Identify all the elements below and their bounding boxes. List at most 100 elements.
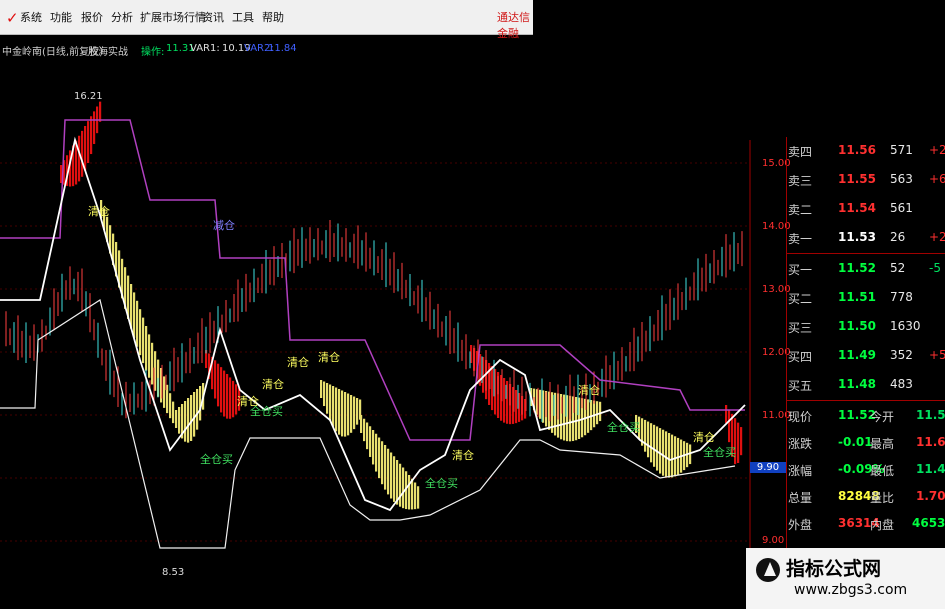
ask-label: 卖三 (788, 174, 813, 188)
band-bar (653, 424, 656, 467)
band-bar (596, 401, 599, 425)
menu-extended-market[interactable]: 扩展市场行情 (140, 9, 206, 25)
bid-row[interactable]: 买二 11.51 778 (786, 286, 945, 308)
band-bar (659, 428, 662, 474)
menu-help[interactable]: 帮助 (262, 9, 284, 25)
watermark-url: www.zbgs3.com (794, 582, 908, 598)
bid-price: 11.51 (838, 290, 876, 304)
band-bar (148, 334, 151, 378)
signal-label: 全仓买 (607, 421, 640, 434)
band-bar (323, 381, 326, 407)
signal-label: 清仓 (452, 449, 474, 462)
menu-tools[interactable]: 工具 (232, 9, 254, 25)
band-bar (193, 392, 196, 437)
ask-label: 卖四 (788, 145, 813, 159)
menu-quote[interactable]: 报价 (81, 9, 103, 25)
bid-volume: 52 (890, 261, 906, 275)
bid-price: 11.50 (838, 319, 876, 333)
menu-system[interactable]: 系统 (20, 9, 42, 25)
ask-price: 11.56 (838, 143, 876, 157)
band-bar (366, 422, 369, 450)
band-bar (408, 475, 411, 510)
band-bar (151, 342, 154, 385)
band-bar (384, 445, 387, 490)
bid-row[interactable]: 买一 11.52 52 -5 (786, 257, 945, 279)
bid-label: 买二 (788, 292, 813, 306)
watermark-logo-icon (756, 558, 780, 582)
bid-price: 11.52 (838, 261, 876, 275)
ask-row[interactable]: 卖一 11.53 26 +25 (786, 226, 945, 248)
stat-label: 涨幅 (788, 464, 813, 478)
band-bar (381, 441, 384, 485)
band-bar (372, 430, 375, 465)
signal-label: 清仓 (578, 384, 600, 397)
signal-label: 清仓 (693, 431, 715, 444)
bid-label: 买四 (788, 350, 813, 364)
signal-label: 全仓买 (200, 453, 233, 466)
resistance-line (0, 119, 745, 441)
signal-label: 清仓 (287, 356, 309, 369)
signal-label: 全仓买 (703, 446, 736, 459)
band-bar (136, 300, 139, 347)
bid-label: 买三 (788, 321, 813, 335)
band-bar (99, 101, 102, 122)
band-bar (539, 389, 542, 419)
stat-value: 1.70 (916, 489, 945, 503)
band-bar (369, 426, 372, 457)
bid-volume: 1630 (890, 319, 921, 333)
band-bar (217, 363, 220, 407)
ask-price: 11.54 (838, 201, 876, 215)
stat-label: 最低 (870, 464, 895, 478)
band-bar (396, 460, 399, 505)
bid-row[interactable]: 买四 11.49 352 +50 (786, 344, 945, 366)
stat-value: 11.45 (916, 462, 945, 476)
band-bar (650, 423, 653, 463)
watermark: 指标公式网 www.zbgs3.com (746, 548, 945, 609)
ask-row[interactable]: 卖三 11.55 563 +6 (786, 168, 945, 190)
band-bar (375, 433, 378, 472)
band-bar (220, 367, 223, 413)
ask-volume: 563 (890, 172, 913, 186)
ask-volume: 561 (890, 201, 913, 215)
band-bar (668, 433, 671, 478)
band-bar (740, 427, 743, 456)
band-bar (387, 448, 390, 495)
band-bar (417, 486, 420, 509)
op-label: 操作: (141, 47, 165, 58)
stat-row: 总量 82848 量比 1.70 (786, 485, 945, 507)
ask-volume: 26 (890, 230, 906, 244)
menu-function[interactable]: 功能 (50, 9, 72, 25)
band-bar (196, 389, 199, 430)
low-price-label: 8.53 (162, 567, 185, 578)
band-bar (142, 317, 145, 364)
signal-label: 全仓买 (425, 477, 458, 490)
bid-row[interactable]: 买五 11.48 483 (786, 373, 945, 395)
band-bar (332, 386, 335, 427)
stat-row: 现价 11.52 今开 11.50 (786, 404, 945, 426)
indicator-name: 股海实战 (88, 47, 128, 58)
stat-label: 最高 (870, 437, 895, 451)
band-bar (326, 383, 329, 414)
signal-label: 清仓 (262, 378, 284, 391)
brand-label: 通达信金融 (497, 11, 530, 40)
high-price-label: 16.21 (74, 91, 103, 102)
menu-news[interactable]: 资讯 (202, 9, 224, 25)
band-bar (226, 374, 229, 419)
indicator-info-bar: 中金岭南(日线,前复权) 股海实战 操作: 11.31 VAR1: 10.19 … (0, 40, 533, 58)
ask-row[interactable]: 卖四 11.56 571 +21 (786, 139, 945, 161)
band-bar (378, 437, 381, 479)
bid-row[interactable]: 买三 11.50 1630 (786, 315, 945, 337)
band-bar (335, 387, 338, 432)
band-bar (390, 452, 393, 499)
band-bar (229, 377, 232, 419)
band-bar (590, 400, 593, 431)
stat-label: 涨跌 (788, 437, 813, 451)
menu-analysis[interactable]: 分析 (111, 9, 133, 25)
band-bar (347, 393, 350, 436)
bid-change: -5 (929, 261, 941, 275)
band-bar (503, 378, 506, 423)
ask-row[interactable]: 卖二 11.54 561 (786, 197, 945, 219)
band-bar (411, 478, 414, 510)
band-bar (145, 326, 148, 371)
bid-volume: 778 (890, 290, 913, 304)
